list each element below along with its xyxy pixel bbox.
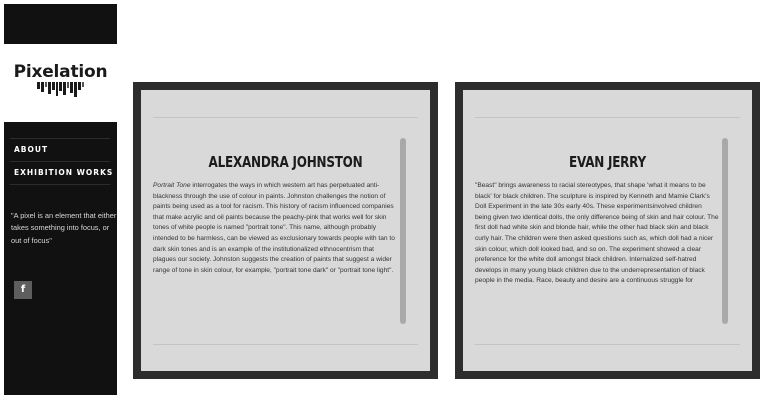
- logo-pixel-bars-icon: [36, 82, 84, 97]
- artist-name: EVAN JERRY: [569, 153, 646, 171]
- site-logo[interactable]: Pixelation: [4, 52, 117, 112]
- sidebar-header-bar: [4, 4, 117, 44]
- sidebar: ABOUT EXHIBITION WORKS "A pixel is an el…: [4, 122, 117, 395]
- card-divider: [153, 344, 418, 345]
- artist-description-text: interrogates the ways in which western a…: [153, 182, 395, 274]
- nav-divider: [10, 161, 110, 162]
- card-divider: [475, 344, 740, 345]
- nav-divider: [10, 138, 110, 139]
- artist-card: EVAN JERRY "Beast" brings awareness to r…: [455, 82, 760, 379]
- facebook-icon[interactable]: f: [14, 281, 32, 299]
- nav-item-exhibition-works[interactable]: EXHIBITION WORKS: [14, 168, 113, 177]
- card-scrollbar[interactable]: [722, 138, 728, 324]
- artwork-title: Portrait Tone: [153, 182, 191, 189]
- card-content: EVAN JERRY "Beast" brings awareness to r…: [463, 90, 752, 371]
- nav-divider: [10, 184, 110, 185]
- card-content: ALEXANDRA JOHNSTON Portrait Tone interro…: [141, 90, 430, 371]
- logo-text: Pixelation: [13, 62, 108, 82]
- artist-description: Portrait Tone interrogates the ways in w…: [153, 181, 397, 276]
- sidebar-quote: "A pixel is an element that either takes…: [11, 211, 117, 245]
- card-divider: [475, 117, 740, 118]
- artist-card: ALEXANDRA JOHNSTON Portrait Tone interro…: [133, 82, 438, 379]
- artist-name: ALEXANDRA JOHNSTON: [208, 153, 363, 171]
- artist-description: "Beast" brings awareness to racial stere…: [475, 182, 719, 285]
- nav-item-about[interactable]: ABOUT: [14, 145, 48, 154]
- card-divider: [153, 117, 418, 118]
- card-scrollbar[interactable]: [400, 138, 406, 324]
